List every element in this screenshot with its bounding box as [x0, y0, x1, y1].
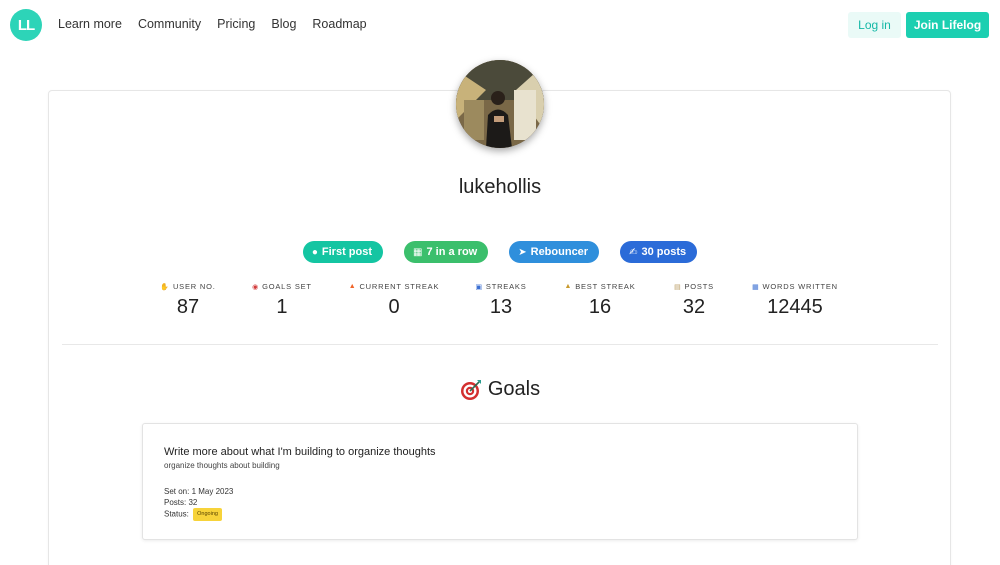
lifelog-logo[interactable]: LL — [10, 9, 42, 41]
divider — [62, 344, 938, 345]
goals-heading: Goals — [0, 378, 1000, 401]
badge-7-in-a-row[interactable]: ▦ 7 in a row — [404, 241, 489, 263]
stat-value: 87 — [176, 296, 200, 318]
stat-label: BEST STREAK — [575, 282, 636, 291]
slot-icon: ▦ — [413, 246, 423, 258]
badge-first-post[interactable]: ● First post — [302, 241, 384, 263]
nav-link-pricing[interactable]: Pricing — [217, 17, 255, 31]
login-button[interactable]: Log in — [848, 12, 901, 38]
stat-current-streak: ▲ CURRENT STREAK 0 — [349, 282, 440, 319]
nav-links: Learn more Community Pricing Blog Roadma… — [58, 17, 383, 31]
stat-label: GOALS SET — [262, 282, 312, 291]
join-button[interactable]: Join Lifelog — [906, 12, 989, 38]
top-nav: LL Learn more Community Pricing Blog Roa… — [0, 0, 1000, 52]
stat-value: 1 — [276, 296, 288, 318]
badge-label: First post — [321, 246, 373, 258]
badge-30-posts[interactable]: ✍ 30 posts — [620, 241, 698, 263]
avatar-photo — [456, 60, 544, 148]
badge-rebouncer[interactable]: ➤ Rebouncer — [509, 241, 600, 263]
stat-value: 16 — [588, 296, 612, 318]
goal-description: organize thoughts about building — [164, 461, 280, 470]
goal-status-row: Status: Ongoing — [164, 508, 233, 521]
stat-user-no: ✋ USER NO. 87 — [160, 282, 215, 319]
avatar — [456, 60, 544, 148]
badge-list: ● First post ▦ 7 in a row ➤ Rebouncer ✍ … — [0, 241, 1000, 263]
goal-title: Write more about what I'm building to or… — [164, 446, 436, 458]
goal-posts: Posts: 32 — [164, 497, 198, 507]
stat-label: USER NO. — [172, 282, 216, 291]
stat-best-streak: ▲ BEST STREAK 16 — [564, 282, 635, 319]
trophy-icon: ▲ — [564, 283, 573, 290]
badge-label: 30 posts — [641, 246, 687, 258]
nav-link-community[interactable]: Community — [138, 17, 201, 31]
stat-label: POSTS — [684, 282, 714, 291]
stat-streaks: ▣ STREAKS 13 — [475, 282, 526, 319]
egg-icon: ● — [311, 246, 318, 258]
stat-value: 12445 — [767, 296, 823, 318]
calendar-icon: ▣ — [475, 283, 483, 291]
stat-label: STREAKS — [485, 282, 527, 291]
target-icon — [460, 379, 482, 401]
goal-card[interactable]: Write more about what I'm building to or… — [142, 423, 858, 540]
hand-icon: ✋ — [160, 283, 170, 291]
stat-label: CURRENT STREAK — [359, 282, 440, 291]
stat-goals-set: ◉ GOALS SET 1 — [252, 282, 312, 319]
goal-status-label: Status: — [164, 509, 189, 519]
target-icon: ◉ — [252, 283, 260, 291]
stat-words-written: ▦ WORDS WRITTEN 12445 — [752, 282, 838, 319]
stat-value: 0 — [388, 296, 400, 318]
badge-label: Rebouncer — [530, 246, 589, 258]
goals-title: Goals — [487, 378, 541, 400]
username: lukehollis — [458, 176, 542, 198]
scroll-icon: ▤ — [674, 283, 682, 291]
nav-link-blog[interactable]: Blog — [271, 17, 296, 31]
fire-icon: ▲ — [348, 283, 357, 290]
stat-label: WORDS WRITTEN — [762, 282, 838, 291]
stat-value: 32 — [682, 296, 706, 318]
goal-meta: Set on: 1 May 2023 Posts: 32 Status: Ong… — [164, 487, 233, 521]
nav-link-learn-more[interactable]: Learn more — [58, 17, 122, 31]
status-badge: Ongoing — [193, 508, 222, 521]
goal-set-on: Set on: 1 May 2023 — [164, 487, 234, 496]
bounce-icon: ➤ — [518, 246, 527, 258]
stat-value: 13 — [489, 296, 513, 318]
stat-posts: ▤ POSTS 32 — [674, 282, 714, 319]
abcd-icon: ▦ — [752, 283, 760, 291]
writing-icon: ✍ — [629, 246, 638, 258]
nav-link-roadmap[interactable]: Roadmap — [312, 17, 366, 31]
badge-label: 7 in a row — [426, 246, 478, 258]
